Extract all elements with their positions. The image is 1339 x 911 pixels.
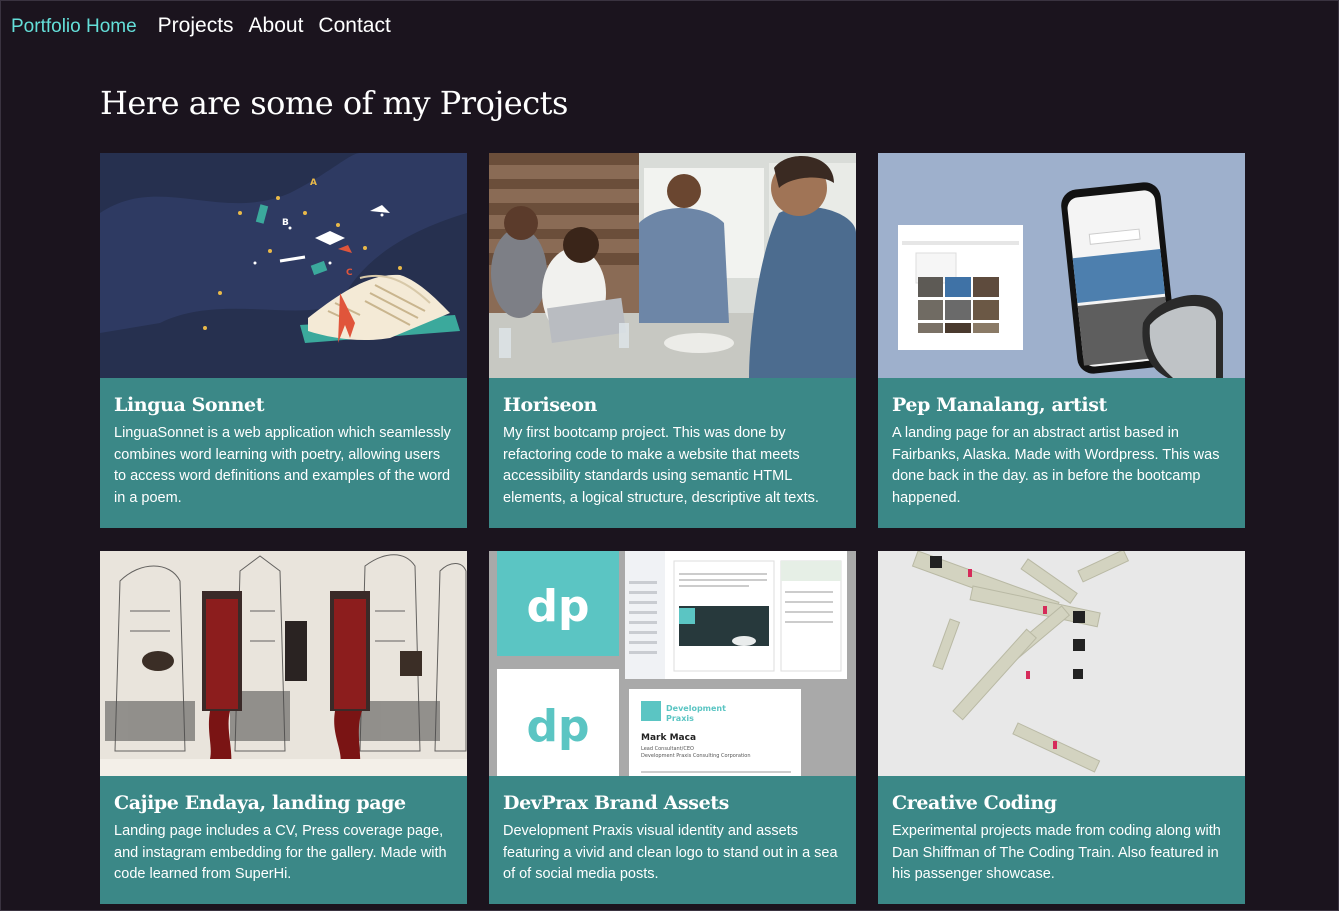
- project-description: LinguaSonnet is a web application which …: [114, 425, 451, 507]
- project-card-pep-manalang[interactable]: Pep Manalang, artist A landing page for …: [878, 153, 1245, 528]
- nav-projects[interactable]: Projects: [158, 14, 234, 38]
- project-card-cajipe-endaya[interactable]: Cajipe Endaya, landing page Landing page…: [100, 551, 467, 904]
- team-meeting-photo: [489, 153, 856, 378]
- brand-assets-collage: dp dp Development Praxis Mark Maca Lead …: [489, 551, 856, 776]
- svg-text:A: A: [310, 178, 317, 188]
- dp-logo-large: dp: [527, 581, 590, 632]
- dp-logo-teal: dp: [527, 701, 590, 752]
- nav-about[interactable]: About: [249, 14, 304, 38]
- project-card-creative-coding[interactable]: Creative Coding Experimental projects ma…: [878, 551, 1245, 904]
- project-title: Cajipe Endaya, landing page: [114, 792, 406, 814]
- svg-text:B: B: [282, 218, 289, 228]
- project-card-devprax[interactable]: dp dp Development Praxis Mark Maca Lead …: [489, 551, 856, 904]
- business-card-role: Lead Consultant/CEO: [641, 746, 694, 752]
- top-nav: Portfolio Home Projects About Contact: [11, 14, 391, 38]
- website-mockup-on-phone: [878, 153, 1245, 378]
- nav-portfolio-home[interactable]: Portfolio Home: [11, 16, 137, 38]
- project-card-lingua-sonnet[interactable]: A B C Lingua Sonnet LinguaSonnet is a we: [100, 153, 467, 528]
- project-description: Experimental projects made from coding a…: [892, 823, 1221, 883]
- project-description: A landing page for an abstract artist ba…: [892, 425, 1220, 507]
- svg-text:C: C: [346, 268, 353, 278]
- brand-name-line-2: Praxis: [666, 714, 694, 723]
- page-title: Here are some of my Projects: [100, 84, 568, 122]
- business-card-name: Mark Maca: [641, 733, 696, 743]
- project-description: Landing page includes a CV, Press covera…: [114, 823, 447, 883]
- brand-name-line-1: Development: [666, 704, 726, 713]
- project-description: Development Praxis visual identity and a…: [503, 823, 838, 883]
- artwork-drawings: [100, 551, 467, 776]
- nav-contact[interactable]: Contact: [318, 14, 390, 38]
- project-title: Pep Manalang, artist: [892, 394, 1107, 416]
- project-title: Creative Coding: [892, 792, 1057, 814]
- project-description: My first bootcamp project. This was done…: [503, 425, 819, 507]
- business-card-org: Development Praxis Consulting Corporatio…: [641, 753, 751, 759]
- generative-sketch: [878, 551, 1245, 776]
- project-card-horiseon[interactable]: Horiseon My first bootcamp project. This…: [489, 153, 856, 528]
- project-title: Lingua Sonnet: [114, 394, 265, 416]
- open-book-illustration: A B C: [100, 153, 467, 378]
- project-title: DevPrax Brand Assets: [503, 792, 729, 814]
- project-title: Horiseon: [503, 394, 597, 416]
